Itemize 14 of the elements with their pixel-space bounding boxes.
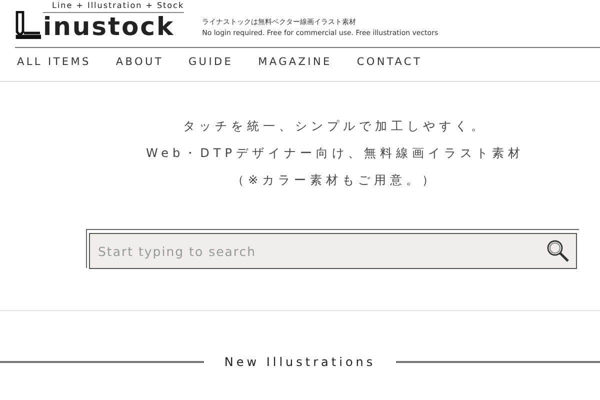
logo-mark-icon (15, 11, 41, 39)
intro-text: Web・DTPデザイナー向け、無料線画イラスト素材 (146, 145, 524, 161)
intro-text: タッチを統一、シンプルで加工しやすく。 (183, 118, 487, 134)
nav-link[interactable]: ABOUT (116, 56, 164, 81)
nav-link[interactable]: ALL ITEMS (17, 56, 91, 81)
nav-link[interactable]: CONTACT (356, 56, 422, 81)
nav-link[interactable]: GUIDE (188, 56, 234, 81)
intro-text: （※カラー素材もご用意。） (232, 172, 438, 188)
nav-link[interactable]: MAGAZINE (258, 56, 332, 81)
logo-tagline: Line + Illustration + Stock (43, 0, 184, 13)
section-heading: New Illustrations (224, 355, 376, 369)
search-field[interactable]: Start typing to search (89, 233, 577, 269)
search-icon[interactable] (546, 239, 570, 263)
logo-text: inustock (43, 13, 176, 41)
